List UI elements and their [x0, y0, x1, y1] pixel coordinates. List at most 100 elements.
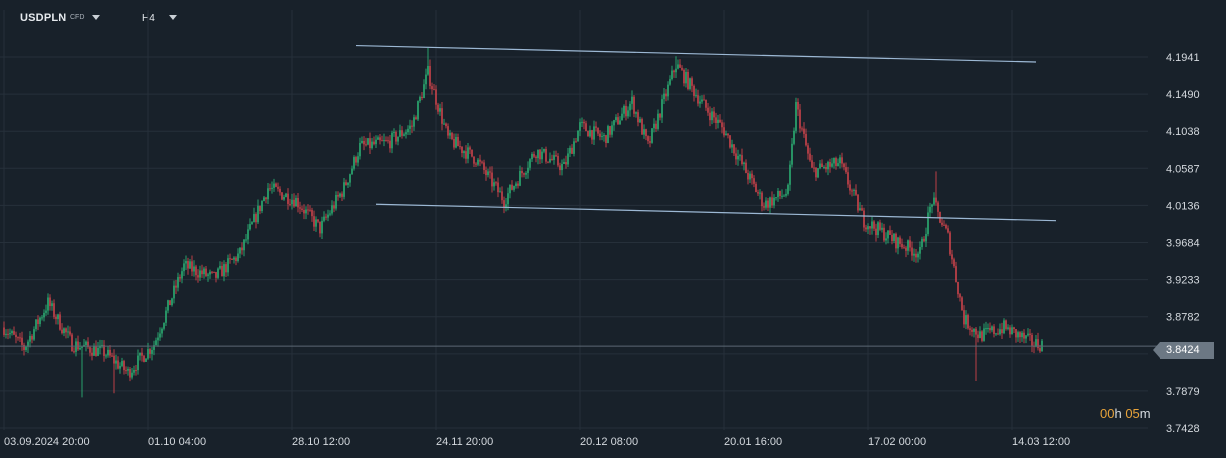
candle-body: [337, 195, 339, 197]
candle-body: [407, 128, 409, 133]
candle-body: [225, 264, 227, 273]
candle-body: [483, 162, 485, 171]
candle-body: [943, 224, 945, 226]
candle-body: [323, 216, 325, 221]
candle-body: [155, 340, 157, 346]
candle-body: [889, 230, 891, 235]
candle-body: [801, 128, 803, 130]
candle-body: [361, 140, 363, 143]
candle-body: [951, 254, 953, 260]
candle-body: [65, 328, 67, 333]
candle-body: [365, 144, 367, 146]
candle-body: [261, 201, 263, 212]
candle-body: [789, 164, 791, 185]
candle-body: [181, 271, 183, 279]
candle-body: [125, 370, 127, 372]
candle-body: [613, 120, 615, 126]
candle-body: [249, 224, 251, 230]
candle-body: [473, 156, 475, 164]
candle-body: [461, 146, 463, 154]
candle-body: [869, 226, 871, 229]
candle-body: [197, 275, 199, 278]
candle-body: [207, 274, 209, 276]
candle-body: [491, 172, 493, 187]
candle-body: [857, 194, 859, 211]
candle-body: [897, 237, 899, 249]
candle-body: [233, 257, 235, 260]
candle-body: [291, 199, 293, 205]
candle-body: [81, 346, 83, 348]
candle-body: [95, 346, 97, 356]
candle-body: [571, 147, 573, 154]
candle-body: [409, 125, 411, 129]
countdown-minutes: 05: [1125, 406, 1140, 421]
candle-body: [653, 123, 655, 129]
candle-body: [555, 155, 557, 157]
candle-body: [581, 121, 583, 123]
candle-body: [147, 349, 149, 359]
candle-body: [35, 319, 37, 330]
candle-body: [1005, 320, 1007, 329]
candle-body: [251, 222, 253, 225]
candle-body: [967, 315, 969, 329]
candle-body: [267, 188, 269, 200]
candle-body: [769, 197, 771, 208]
candle-body: [1035, 339, 1037, 347]
x-tick-label: 20.12 08:00: [580, 436, 638, 448]
candle-body: [817, 168, 819, 178]
candle-body: [963, 310, 965, 325]
candle-body: [297, 198, 299, 208]
candle-body: [17, 337, 19, 339]
candle-body: [511, 184, 513, 190]
candle-body: [909, 240, 911, 248]
candle-body: [347, 182, 349, 185]
candle-body: [781, 195, 783, 197]
trendline: [355, 44, 1037, 63]
candle-body: [429, 65, 431, 87]
candle-body: [975, 328, 977, 335]
candle-body: [109, 349, 111, 356]
candle-body: [1015, 329, 1017, 338]
candle-body: [487, 171, 489, 176]
candle-body: [883, 227, 885, 241]
candle-body: [531, 153, 533, 160]
candle-body: [551, 158, 553, 160]
candle-body: [949, 232, 951, 255]
candle-body: [565, 162, 567, 165]
candle-body: [395, 131, 397, 142]
candle-body: [151, 349, 153, 354]
candle-body: [171, 298, 173, 306]
candle-body: [245, 239, 247, 241]
candle-body: [893, 233, 895, 242]
candle-body: [505, 204, 507, 208]
candle-body: [925, 234, 927, 242]
candle-body: [743, 162, 745, 164]
candle-body: [423, 84, 425, 99]
candle-body: [331, 205, 333, 214]
candle-body: [73, 351, 75, 353]
candle-body: [381, 140, 383, 142]
candle-body: [853, 189, 855, 191]
candle-body: [895, 233, 897, 249]
candle-body: [139, 352, 141, 356]
candle-body: [29, 335, 31, 342]
candle-body: [919, 246, 921, 254]
candle-body: [989, 327, 991, 331]
candle-body: [5, 333, 7, 335]
candle-body: [263, 197, 265, 202]
candle-body: [761, 192, 763, 207]
candle-body: [523, 173, 525, 175]
candle-body: [527, 167, 529, 173]
candle-body: [649, 141, 651, 143]
candle-body: [497, 182, 499, 193]
candle-body: [849, 184, 851, 191]
candle-body: [787, 184, 789, 194]
candle-body: [763, 206, 765, 208]
price-chart[interactable]: 4.1941 4.1490 4.1038 4.0587 4.0136 3.9684 3.92…: [0, 0, 1226, 458]
candle-body: [63, 328, 65, 334]
candle-body: [921, 238, 923, 247]
candle-body: [851, 190, 853, 192]
candle-body: [885, 238, 887, 241]
candle-body: [223, 264, 225, 277]
candle-body: [25, 346, 27, 350]
